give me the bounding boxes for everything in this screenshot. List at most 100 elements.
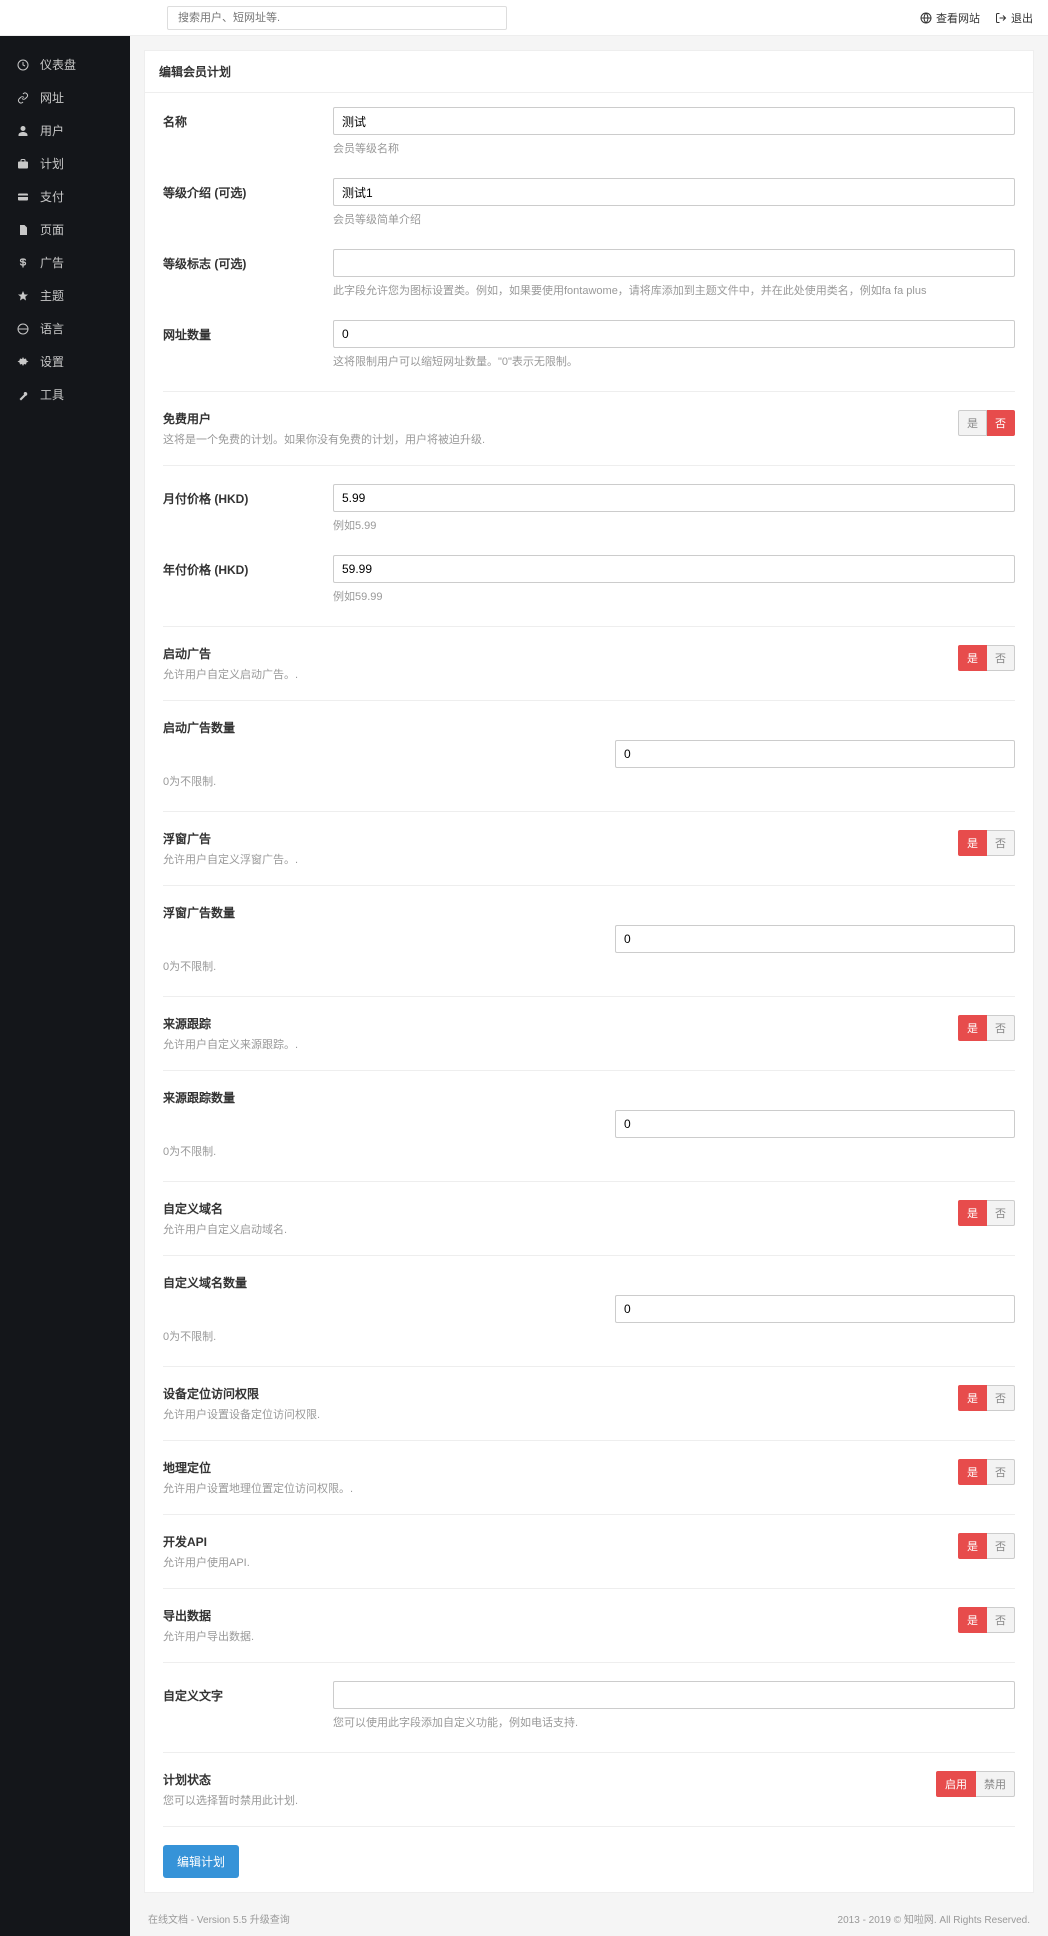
referrer-toggle: 是 否 [958, 1015, 1015, 1041]
urlcount-input[interactable] [333, 320, 1015, 348]
sidebar-item-users[interactable]: 用户 [0, 114, 130, 147]
name-label: 名称 [163, 107, 333, 130]
geo-yes-button[interactable]: 是 [958, 1459, 987, 1485]
geo-label: 地理定位 [163, 1459, 958, 1476]
intro-label: 等级介绍 (可选) [163, 178, 333, 201]
export-yes-button[interactable]: 是 [958, 1607, 987, 1633]
splash-no-button[interactable]: 否 [987, 645, 1015, 671]
overlay-no-button[interactable]: 否 [987, 830, 1015, 856]
sidebar-item-payment[interactable]: 支付 [0, 180, 130, 213]
user-icon [16, 125, 30, 137]
submit-button[interactable]: 编辑计划 [163, 1845, 239, 1878]
urlcount-help: 这将限制用户可以缩短网址数量。"0"表示无限制。 [333, 353, 1015, 369]
domain-toggle: 是 否 [958, 1200, 1015, 1226]
status-toggle: 启用 禁用 [936, 1771, 1015, 1797]
footer-right: 2013 - 2019 © 知啦网. All Rights Reserved. [838, 1911, 1030, 1926]
yearprice-help: 例如59.99 [333, 588, 1015, 604]
splash-yes-button[interactable]: 是 [958, 645, 987, 671]
sidebar-item-tools[interactable]: 工具 [0, 378, 130, 411]
domaincount-input[interactable] [615, 1295, 1015, 1323]
api-yes-button[interactable]: 是 [958, 1533, 987, 1559]
referrer-hint: 允许用户自定义来源跟踪。. [163, 1036, 958, 1052]
device-toggle: 是 否 [958, 1385, 1015, 1411]
device-yes-button[interactable]: 是 [958, 1385, 987, 1411]
referrer-yes-button[interactable]: 是 [958, 1015, 987, 1041]
api-label: 开发API [163, 1533, 958, 1550]
splashcount-label: 启动广告数量 [163, 719, 1015, 736]
customtext-help: 您可以使用此字段添加自定义功能，例如电话支持. [333, 1714, 1015, 1730]
sidebar-item-ads[interactable]: 广告 [0, 246, 130, 279]
search-input[interactable] [167, 6, 507, 30]
domain-hint: 允许用户自定义启动域名. [163, 1221, 958, 1237]
status-hint: 您可以选择暂时禁用此计划. [163, 1792, 936, 1808]
free-no-button[interactable]: 否 [987, 410, 1015, 436]
sidebar-item-settings[interactable]: 设置 [0, 345, 130, 378]
device-label: 设备定位访问权限 [163, 1385, 958, 1402]
overlaycount-label: 浮窗广告数量 [163, 904, 1015, 921]
sidebar-item-plans[interactable]: 计划 [0, 147, 130, 180]
referrercount-hint: 0为不限制. [163, 1143, 1015, 1159]
status-disable-button[interactable]: 禁用 [976, 1771, 1015, 1797]
customtext-input[interactable] [333, 1681, 1015, 1709]
footer-left: 在线文档 - Version 5.5 升级查询 [148, 1911, 290, 1926]
star-icon [16, 290, 30, 302]
export-toggle: 是 否 [958, 1607, 1015, 1633]
api-toggle: 是 否 [958, 1533, 1015, 1559]
splash-label: 启动广告 [163, 645, 958, 662]
export-hint: 允许用户导出数据. [163, 1628, 958, 1644]
export-no-button[interactable]: 否 [987, 1607, 1015, 1633]
domaincount-hint: 0为不限制. [163, 1328, 1015, 1344]
referrercount-label: 来源跟踪数量 [163, 1089, 1015, 1106]
view-site-link[interactable]: 查看网站 [920, 10, 980, 26]
gear-icon [16, 356, 30, 368]
name-help: 会员等级名称 [333, 140, 1015, 156]
yearprice-input[interactable] [333, 555, 1015, 583]
sidebar-item-pages[interactable]: 页面 [0, 213, 130, 246]
referrercount-input[interactable] [615, 1110, 1015, 1138]
intro-help: 会员等级简单介绍 [333, 211, 1015, 227]
free-toggle: 是 否 [958, 410, 1015, 436]
domain-yes-button[interactable]: 是 [958, 1200, 987, 1226]
device-hint: 允许用户设置设备定位访问权限. [163, 1406, 958, 1422]
main-content: 编辑会员计划 名称 会员等级名称 等级介绍 (可选) 会员等级简单介绍 [130, 36, 1048, 1936]
wrench-icon [16, 389, 30, 401]
referrer-label: 来源跟踪 [163, 1015, 958, 1032]
splash-hint: 允许用户自定义启动广告。. [163, 666, 958, 682]
geo-no-button[interactable]: 否 [987, 1459, 1015, 1485]
icon-input[interactable] [333, 249, 1015, 277]
overlay-yes-button[interactable]: 是 [958, 830, 987, 856]
splashcount-input[interactable] [615, 740, 1015, 768]
sidebar-item-dashboard[interactable]: 仪表盘 [0, 48, 130, 81]
domain-no-button[interactable]: 否 [987, 1200, 1015, 1226]
free-hint: 这将是一个免费的计划。如果你没有免费的计划，用户将被迫升级. [163, 431, 958, 447]
sidebar-item-language[interactable]: 语言 [0, 312, 130, 345]
page-title: 编辑会员计划 [145, 51, 1033, 93]
domaincount-label: 自定义域名数量 [163, 1274, 1015, 1291]
api-hint: 允许用户使用API. [163, 1554, 958, 1570]
overlay-toggle: 是 否 [958, 830, 1015, 856]
logout-link[interactable]: 退出 [995, 10, 1033, 26]
splashcount-hint: 0为不限制. [163, 773, 1015, 789]
free-yes-button[interactable]: 是 [958, 410, 987, 436]
status-label: 计划状态 [163, 1771, 936, 1788]
name-input[interactable] [333, 107, 1015, 135]
domain-label: 自定义域名 [163, 1200, 958, 1217]
export-label: 导出数据 [163, 1607, 958, 1624]
overlay-label: 浮窗广告 [163, 830, 958, 847]
device-no-button[interactable]: 否 [987, 1385, 1015, 1411]
referrer-no-button[interactable]: 否 [987, 1015, 1015, 1041]
dashboard-icon [16, 59, 30, 71]
logout-icon [995, 12, 1007, 24]
status-enable-button[interactable]: 启用 [936, 1771, 976, 1797]
sidebar-item-urls[interactable]: 网址 [0, 81, 130, 114]
sidebar-item-themes[interactable]: 主题 [0, 279, 130, 312]
intro-input[interactable] [333, 178, 1015, 206]
overlaycount-input[interactable] [615, 925, 1015, 953]
globe-icon [920, 12, 932, 24]
customtext-label: 自定义文字 [163, 1681, 333, 1704]
api-no-button[interactable]: 否 [987, 1533, 1015, 1559]
link-icon [16, 92, 30, 104]
monthprice-input[interactable] [333, 484, 1015, 512]
urlcount-label: 网址数量 [163, 320, 333, 343]
geo-toggle: 是 否 [958, 1459, 1015, 1485]
